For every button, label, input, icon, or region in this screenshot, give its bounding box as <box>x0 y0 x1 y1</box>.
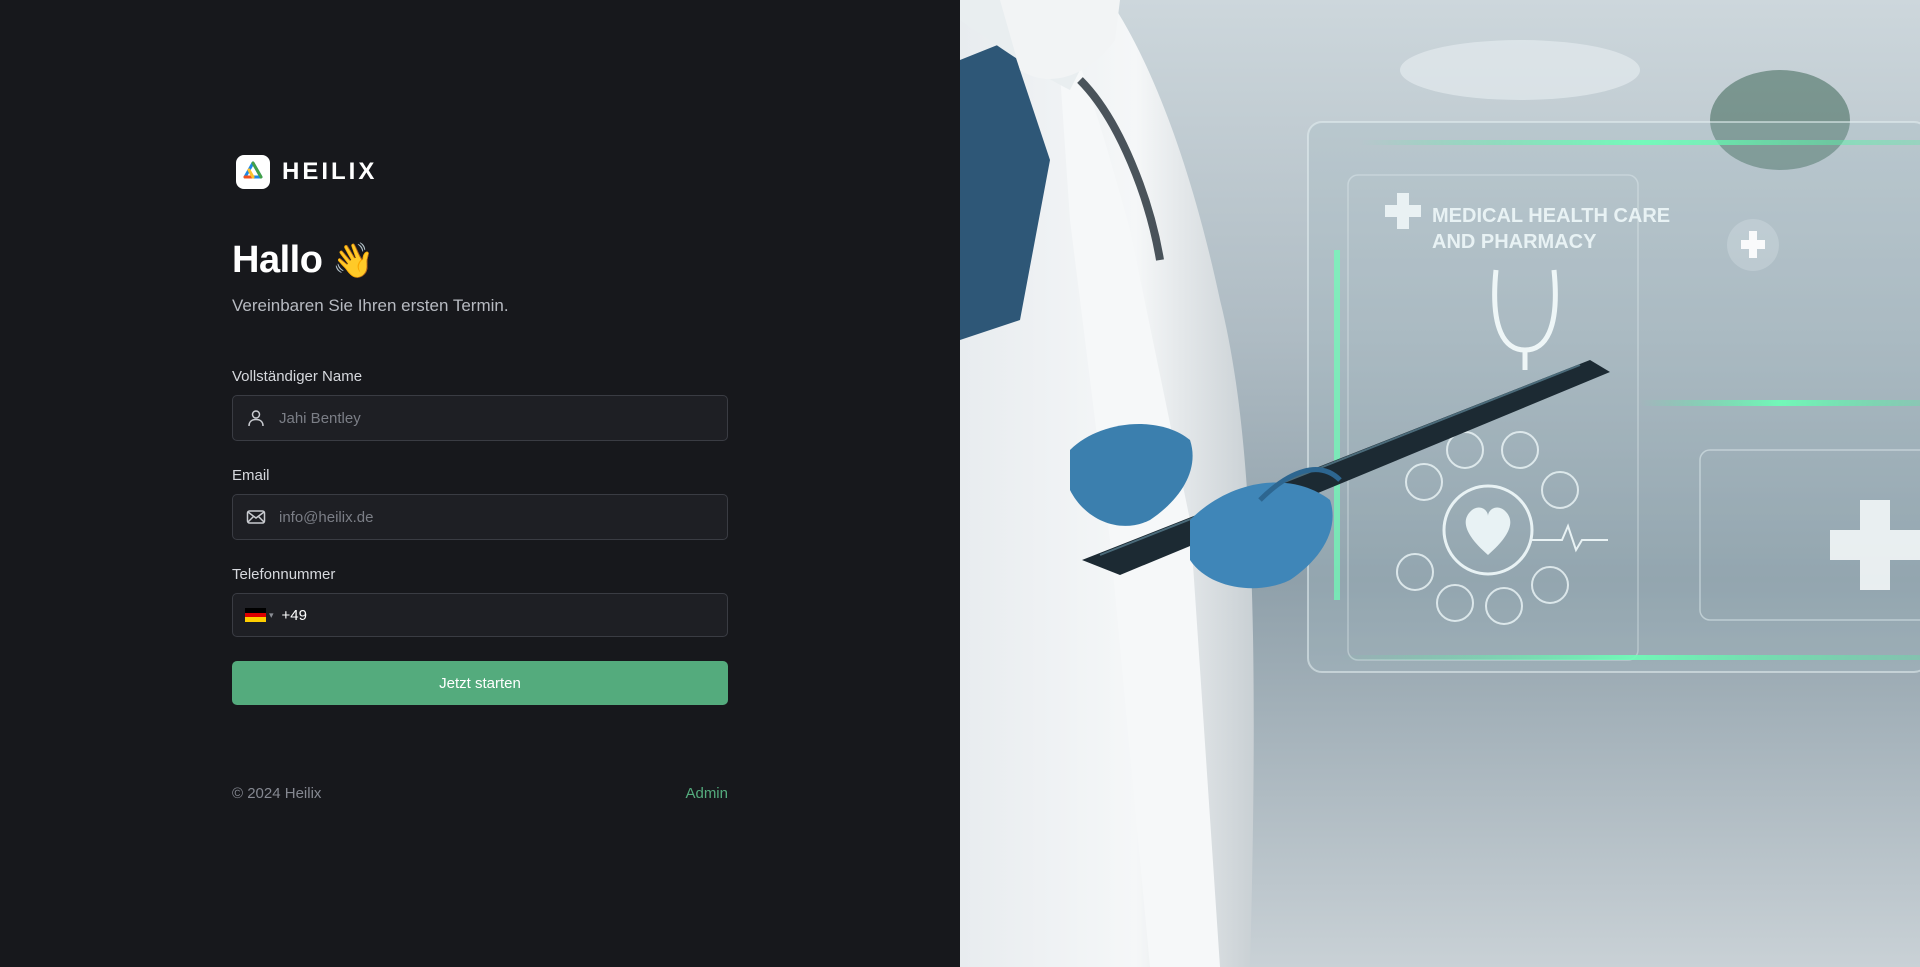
full-name-input[interactable] <box>279 396 727 440</box>
user-icon <box>245 407 267 429</box>
admin-link[interactable]: Admin <box>685 785 728 802</box>
full-name-field: Vollständiger Name <box>232 368 728 441</box>
full-name-label: Vollständiger Name <box>232 368 363 385</box>
hero-illustration: MEDICAL HEALTH CARE AND PHARMACY <box>960 0 1920 967</box>
hud-title-line-2: AND PHARMACY <box>1432 231 1597 253</box>
phone-input[interactable] <box>312 594 727 636</box>
phone-label: Telefonnummer <box>232 566 336 583</box>
country-select[interactable]: ▾ <box>245 608 274 623</box>
footer: © 2024 Heilix Admin <box>232 785 728 802</box>
chevron-down-icon: ▾ <box>269 609 274 620</box>
germany-flag-icon <box>245 608 266 623</box>
greeting-title: Hallo <box>232 239 323 281</box>
email-label: Email <box>232 467 270 484</box>
page-subtitle: Vereinbaren Sie Ihren ersten Termin. <box>232 296 509 315</box>
email-input[interactable] <box>279 495 727 539</box>
waving-hand-icon: 👋 <box>332 241 375 280</box>
mail-icon <box>245 506 267 528</box>
signup-form-container: HEILIX Hallo 👋 Vereinbaren Sie Ihren ers… <box>232 155 728 802</box>
login-panel: HEILIX Hallo 👋 Vereinbaren Sie Ihren ers… <box>0 0 960 967</box>
start-button[interactable]: Jetzt starten <box>232 661 728 705</box>
phone-field: Telefonnummer ▾ +49 <box>232 566 728 637</box>
hero-image: MEDICAL HEALTH CARE AND PHARMACY <box>960 0 1920 967</box>
phone-input-box[interactable]: ▾ +49 <box>232 593 728 637</box>
country-code: +49 <box>281 606 307 624</box>
copyright-text: © 2024 Heilix <box>232 785 322 802</box>
email-input-box[interactable] <box>232 494 728 540</box>
hud-title-line-1: MEDICAL HEALTH CARE <box>1432 205 1670 227</box>
email-field: Email <box>232 467 728 540</box>
page-title: Hallo 👋 <box>232 239 728 282</box>
brand-name: HEILIX <box>282 158 378 185</box>
brand: HEILIX <box>236 155 728 189</box>
heilix-logo-icon <box>236 155 270 189</box>
full-name-input-box[interactable] <box>232 395 728 441</box>
